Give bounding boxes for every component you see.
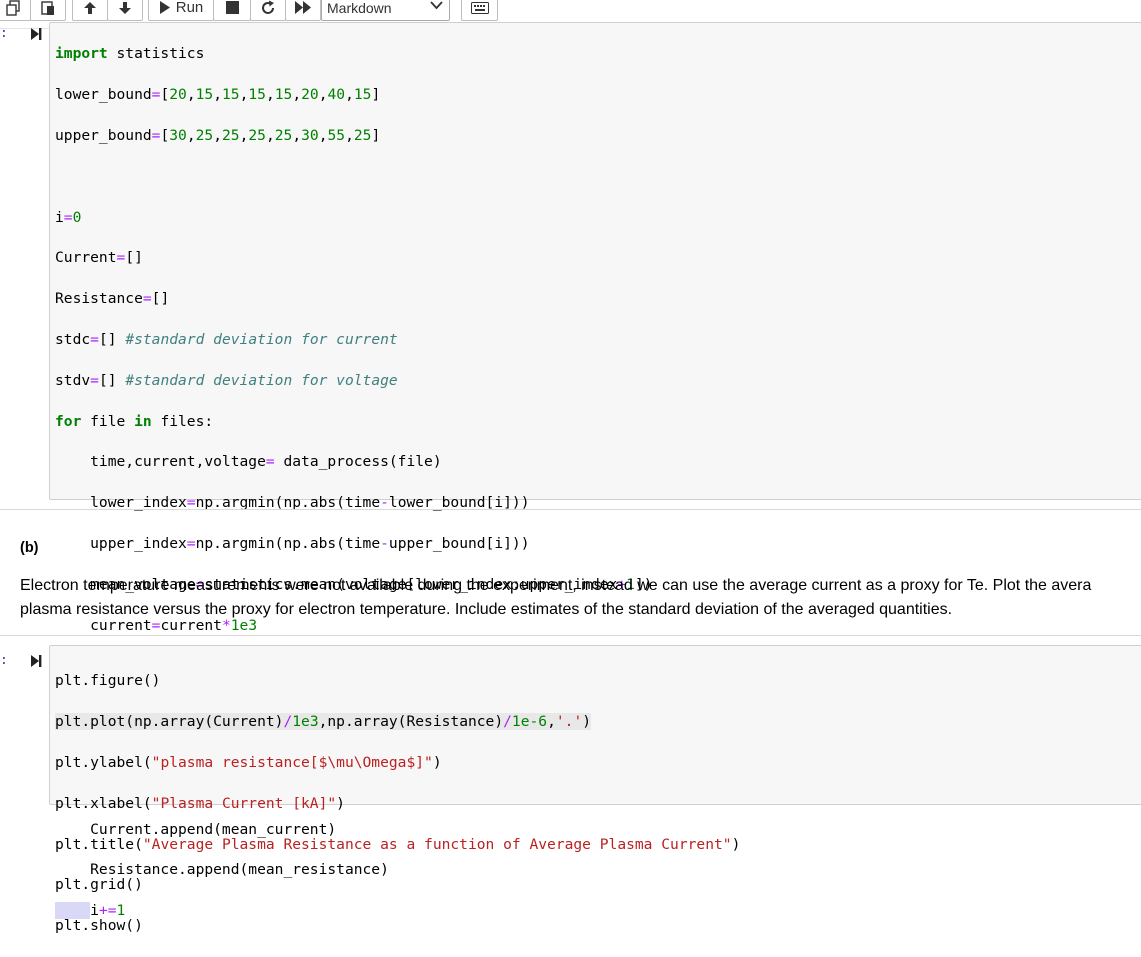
markdown-cell[interactable]: (b) Electron temperature measurements we… <box>0 509 1141 636</box>
move-cell-down-button[interactable] <box>107 0 143 21</box>
move-cell-up-button[interactable] <box>72 0 108 21</box>
code-line: plt.title("Average Plasma Resistance as … <box>55 835 741 853</box>
code-line: plt.xlabel("Plasma Current [kA]") <box>55 794 345 812</box>
restart-kernel-button[interactable] <box>250 0 286 21</box>
markdown-paragraph-line: plasma resistance versus the proxy for e… <box>20 601 953 618</box>
markdown-heading: (b) <box>20 540 39 556</box>
cell-type-value: Markdown <box>327 0 392 16</box>
stop-icon <box>225 1 239 14</box>
code-line: plt.grid() <box>55 876 143 894</box>
code-line: plt.figure() <box>55 672 161 690</box>
cell1-prompt: : <box>0 26 8 41</box>
code-line: i=0 <box>55 208 82 226</box>
code-line: lower_bound=[20,15,15,15,15,20,40,15] <box>55 86 381 104</box>
move-down-icon <box>119 1 131 14</box>
fast-forward-icon <box>295 1 311 14</box>
command-palette-button[interactable] <box>461 0 498 21</box>
code-line: time,current,voltage= data_process(file) <box>55 453 442 471</box>
copy-cell-button[interactable] <box>0 0 31 21</box>
code-line: import statistics <box>55 45 205 63</box>
chevron-down-icon <box>430 1 443 10</box>
run-button-label: Run <box>175 0 204 16</box>
paste-cell-button[interactable] <box>30 0 66 21</box>
markdown-paragraph: Electron temperature measurements were n… <box>20 574 1141 622</box>
cell2-code[interactable]: plt.figure() plt.plot(np.array(Current)/… <box>55 651 740 957</box>
code-line: upper_bound=[30,25,25,25,25,30,55,25] <box>55 127 381 144</box>
code-line: for file in files: <box>55 412 214 430</box>
run-icon <box>159 1 170 14</box>
restart-run-all-button[interactable] <box>285 0 321 21</box>
interrupt-kernel-button[interactable] <box>213 0 251 21</box>
code-line: plt.plot(np.array(Current)/1e3,np.array(… <box>55 713 592 731</box>
code-line: plt.ylabel("plasma resistance[$\mu\Omega… <box>55 754 442 771</box>
keyboard-icon <box>470 1 489 14</box>
copy-icon <box>5 0 20 16</box>
cell-type-select[interactable]: Markdown <box>321 0 450 21</box>
code-line: Resistance=[] <box>55 290 170 308</box>
run-button[interactable]: Run <box>148 0 214 21</box>
markdown-paragraph-line: Electron temperature measurements were n… <box>20 577 1092 594</box>
move-up-icon <box>84 1 96 14</box>
restart-icon <box>262 0 274 14</box>
cell2-prompt: : <box>0 653 8 668</box>
code-line: Current=[] <box>55 249 143 267</box>
code-line: stdv=[] #standard deviation for voltage <box>55 371 398 389</box>
code-line: plt.show() <box>55 917 143 935</box>
cell1-run-icon[interactable] <box>31 27 42 41</box>
code-line: stdc=[] #standard deviation for current <box>55 330 398 348</box>
cell2-run-icon[interactable] <box>31 654 42 668</box>
paste-icon <box>41 0 54 15</box>
